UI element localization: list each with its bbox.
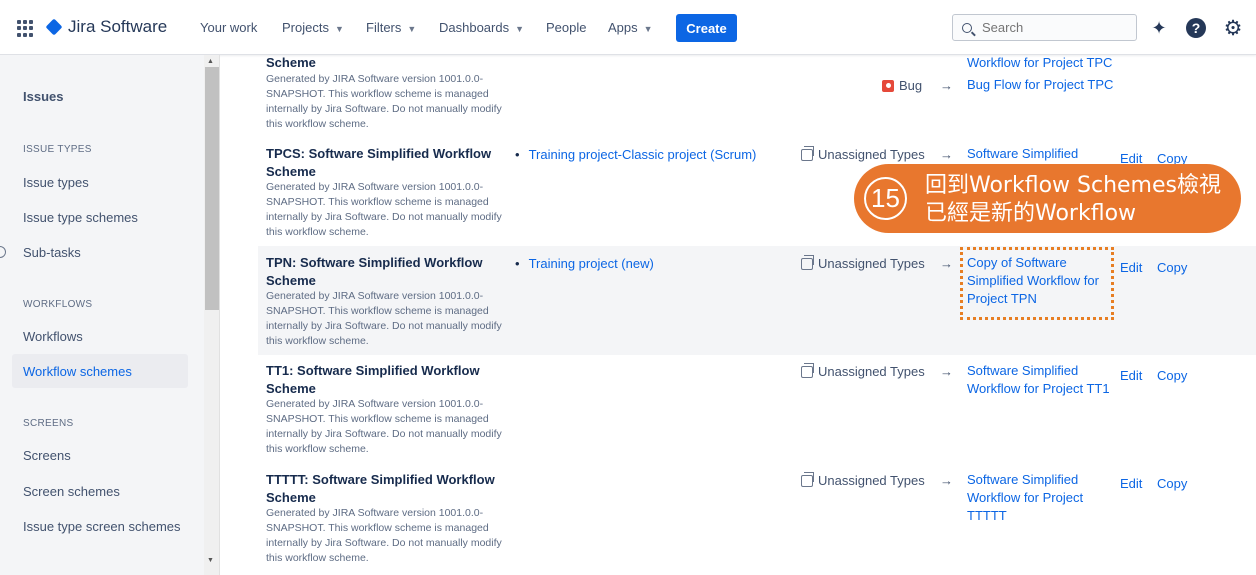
issue-type-label: Unassigned Types	[818, 256, 925, 271]
annotation-highlight-box	[960, 247, 1114, 320]
callout-line-1: 回到Workflow Schemes檢視	[925, 173, 1221, 198]
jira-logo-icon	[45, 18, 63, 36]
copy-link[interactable]: Copy	[1157, 368, 1187, 383]
scheme-name: Scheme	[266, 55, 316, 70]
sidebar-item-screens[interactable]: Screens	[23, 448, 71, 463]
workflow-link[interactable]: Software Simplified Workflow for Project…	[967, 362, 1115, 398]
nav-your-work[interactable]: Your work	[200, 20, 257, 35]
sidebar-item-sub-tasks[interactable]: Sub-tasks	[23, 245, 81, 260]
search-input[interactable]	[982, 20, 1132, 35]
issue-type: Bug	[882, 78, 922, 93]
sidebar-scrollbar-thumb[interactable]	[205, 67, 219, 310]
mapping-arrow: →	[940, 256, 953, 271]
chevron-down-icon: ▼	[515, 24, 525, 34]
sidebar-title: Issues	[23, 89, 64, 104]
help-icon: ?	[1186, 18, 1206, 38]
product-name: Jira Software	[68, 17, 168, 36]
notifications-icon[interactable]: ✦	[1148, 17, 1170, 39]
scheme-name: TPN: Software Simplified Workflow Scheme	[266, 255, 483, 288]
issue-type-label: Unassigned Types	[818, 147, 925, 162]
scheme-description: Generated by JIRA Software version 1001.…	[266, 73, 502, 130]
app-switcher-icon[interactable]	[17, 20, 34, 37]
sidebar-item-workflows[interactable]: Workflows	[23, 329, 83, 344]
scheme-name: TT1: Software Simplified Workflow Scheme	[266, 363, 480, 396]
workflow-link[interactable]: Bug Flow for Project TPC	[967, 76, 1115, 94]
copy-link[interactable]: Copy	[1157, 476, 1187, 491]
issue-type-label: Unassigned Types	[818, 364, 925, 379]
scroll-up-icon[interactable]: ▲	[207, 58, 214, 65]
issue-type: Unassigned Types	[801, 362, 925, 379]
sidebar-heading-screens: SCREENS	[23, 418, 74, 429]
workflow-link[interactable]: Software Simplified	[967, 145, 1115, 163]
edit-link[interactable]: Edit	[1120, 476, 1142, 491]
nav-apps[interactable]: Apps ▼	[608, 20, 653, 35]
chevron-down-icon: ▼	[407, 24, 417, 34]
nav-people[interactable]: People	[546, 20, 586, 35]
mapping-arrow: →	[940, 147, 953, 162]
sidebar-item-workflow-schemes[interactable]: Workflow schemes	[23, 364, 132, 379]
unassigned-types-icon	[801, 471, 814, 487]
search-box[interactable]	[952, 14, 1137, 41]
project-link[interactable]: Training project-Classic project (Scrum)	[515, 147, 757, 162]
step-number: 15	[864, 177, 907, 220]
unassigned-types-icon	[801, 362, 814, 378]
copy-link[interactable]: Copy	[1157, 260, 1187, 275]
edit-link[interactable]: Edit	[1120, 260, 1142, 275]
nav-projects[interactable]: Projects ▼	[282, 20, 344, 35]
sidebar-item-issue-type-screen-schemes[interactable]: Issue type screen schemes	[23, 519, 181, 534]
sidebar-item-issue-type-schemes[interactable]: Issue type schemes	[23, 210, 138, 225]
sidebar-item-screen-schemes[interactable]: Screen schemes	[23, 484, 120, 499]
nav-apps-label: Apps	[608, 20, 638, 35]
search-icon	[962, 22, 972, 33]
help-button[interactable]: ?	[1185, 17, 1207, 39]
workflow-link[interactable]: Workflow for Project TPC	[967, 54, 1115, 72]
project-link[interactable]: Training project (new)	[515, 256, 654, 271]
top-navigation: Jira Software Your work Projects ▼ Filter…	[0, 0, 1256, 55]
issue-type: Unassigned Types	[801, 254, 925, 271]
callout-text: 回到Workflow Schemes檢視 已經是新的Workflow	[925, 172, 1221, 228]
sidebar-heading-workflows: WORKFLOWS	[23, 299, 93, 310]
nav-dashboards[interactable]: Dashboards ▼	[439, 20, 524, 35]
chevron-down-icon: ▼	[643, 24, 653, 34]
unassigned-types-icon	[801, 145, 814, 161]
workflow-link[interactable]: Software Simplified Workflow for Project…	[967, 471, 1097, 525]
sidebar-heading-issue-types: ISSUE TYPES	[23, 144, 92, 155]
bug-icon	[882, 79, 894, 92]
scheme-description: Generated by JIRA Software version 1001.…	[266, 290, 502, 347]
issue-type-label: Bug	[899, 78, 923, 93]
settings-gear-icon[interactable]: ⚙	[1222, 17, 1244, 40]
mapping-arrow: →	[940, 78, 953, 93]
sidebar-item-issue-types[interactable]: Issue types	[23, 175, 89, 190]
mapping-arrow: →	[940, 364, 953, 379]
mapping-arrow: →	[940, 473, 953, 488]
tutorial-callout: 15 回到Workflow Schemes檢視 已經是新的Workflow	[854, 164, 1241, 233]
scheme-name: TTTTT: Software Simplified Workflow Sche…	[266, 472, 495, 505]
jira-logo[interactable]: Jira Software	[45, 17, 167, 37]
nav-projects-label: Projects	[282, 20, 329, 35]
scheme-description: Generated by JIRA Software version 1001.…	[266, 398, 502, 455]
edit-link[interactable]: Edit	[1120, 368, 1142, 383]
scroll-down-icon[interactable]: ▼	[207, 557, 214, 564]
issue-type: Unassigned Types	[801, 145, 925, 162]
chevron-down-icon: ▼	[334, 24, 344, 34]
nav-filters-label: Filters	[366, 20, 402, 35]
scheme-name: TPCS: Software Simplified Workflow Schem…	[266, 146, 492, 179]
issue-type-label: Unassigned Types	[818, 473, 925, 488]
callout-line-2: 已經是新的Workflow	[925, 201, 1137, 226]
create-button[interactable]: Create	[676, 14, 737, 42]
scheme-description: Generated by JIRA Software version 1001.…	[266, 507, 502, 564]
nav-dashboards-label: Dashboards	[439, 20, 510, 35]
nav-filters[interactable]: Filters ▼	[366, 20, 416, 35]
unassigned-types-icon	[801, 254, 814, 270]
scheme-description: Generated by JIRA Software version 1001.…	[266, 181, 502, 238]
issue-type: Unassigned Types	[801, 471, 925, 488]
